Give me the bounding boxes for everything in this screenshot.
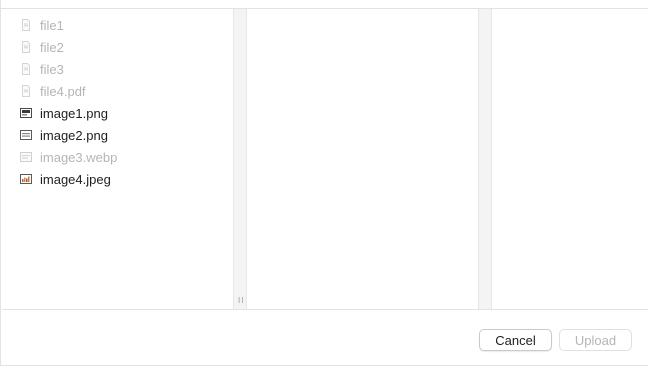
file-item-file2[interactable]: file2 — [2, 36, 233, 58]
image-file-icon — [20, 152, 32, 162]
column-browser: file1 file2 file3 file4.pdf image1.png i… — [2, 9, 648, 309]
photo-file-icon — [20, 174, 32, 184]
file-item-file4-pdf[interactable]: file4.pdf — [2, 80, 233, 102]
image-file-icon — [20, 130, 32, 140]
column-resize-divider[interactable]: ll — [233, 9, 247, 309]
file-name: image4.jpeg — [40, 171, 111, 187]
upload-button[interactable]: Upload — [559, 329, 632, 351]
file-name: image1.png — [40, 105, 108, 121]
files-column[interactable]: file1 file2 file3 file4.pdf image1.png i… — [2, 9, 233, 309]
text-file-icon — [22, 19, 30, 31]
pdf-file-icon — [22, 85, 30, 97]
resize-grip-icon[interactable]: ll — [238, 297, 244, 305]
file-item-file1[interactable]: file1 — [2, 14, 233, 36]
file-item-image1-png[interactable]: image1.png — [2, 102, 233, 124]
file-name: image3.webp — [40, 149, 118, 165]
image-file-icon — [20, 108, 32, 118]
cancel-button[interactable]: Cancel — [479, 329, 552, 351]
text-file-icon — [22, 63, 30, 75]
dialog-footer: Cancel Upload — [2, 310, 648, 365]
file-name: file2 — [40, 39, 64, 55]
file-name: file3 — [40, 61, 64, 77]
file-item-image3-webp[interactable]: image3.webp — [2, 146, 233, 168]
file-item-image4-jpeg[interactable]: image4.jpeg — [2, 168, 233, 190]
file-name: image2.png — [40, 127, 108, 143]
column-resize-divider[interactable] — [478, 9, 492, 309]
text-file-icon — [22, 41, 30, 53]
file-upload-dialog: file1 file2 file3 file4.pdf image1.png i… — [0, 0, 648, 366]
file-name: file1 — [40, 17, 64, 33]
file-name: file4.pdf — [40, 83, 86, 99]
preview-column[interactable] — [247, 9, 478, 309]
file-list: file1 file2 file3 file4.pdf image1.png i… — [2, 9, 233, 190]
file-item-image2-png[interactable]: image2.png — [2, 124, 233, 146]
detail-column[interactable] — [492, 9, 648, 309]
file-item-file3[interactable]: file3 — [2, 58, 233, 80]
